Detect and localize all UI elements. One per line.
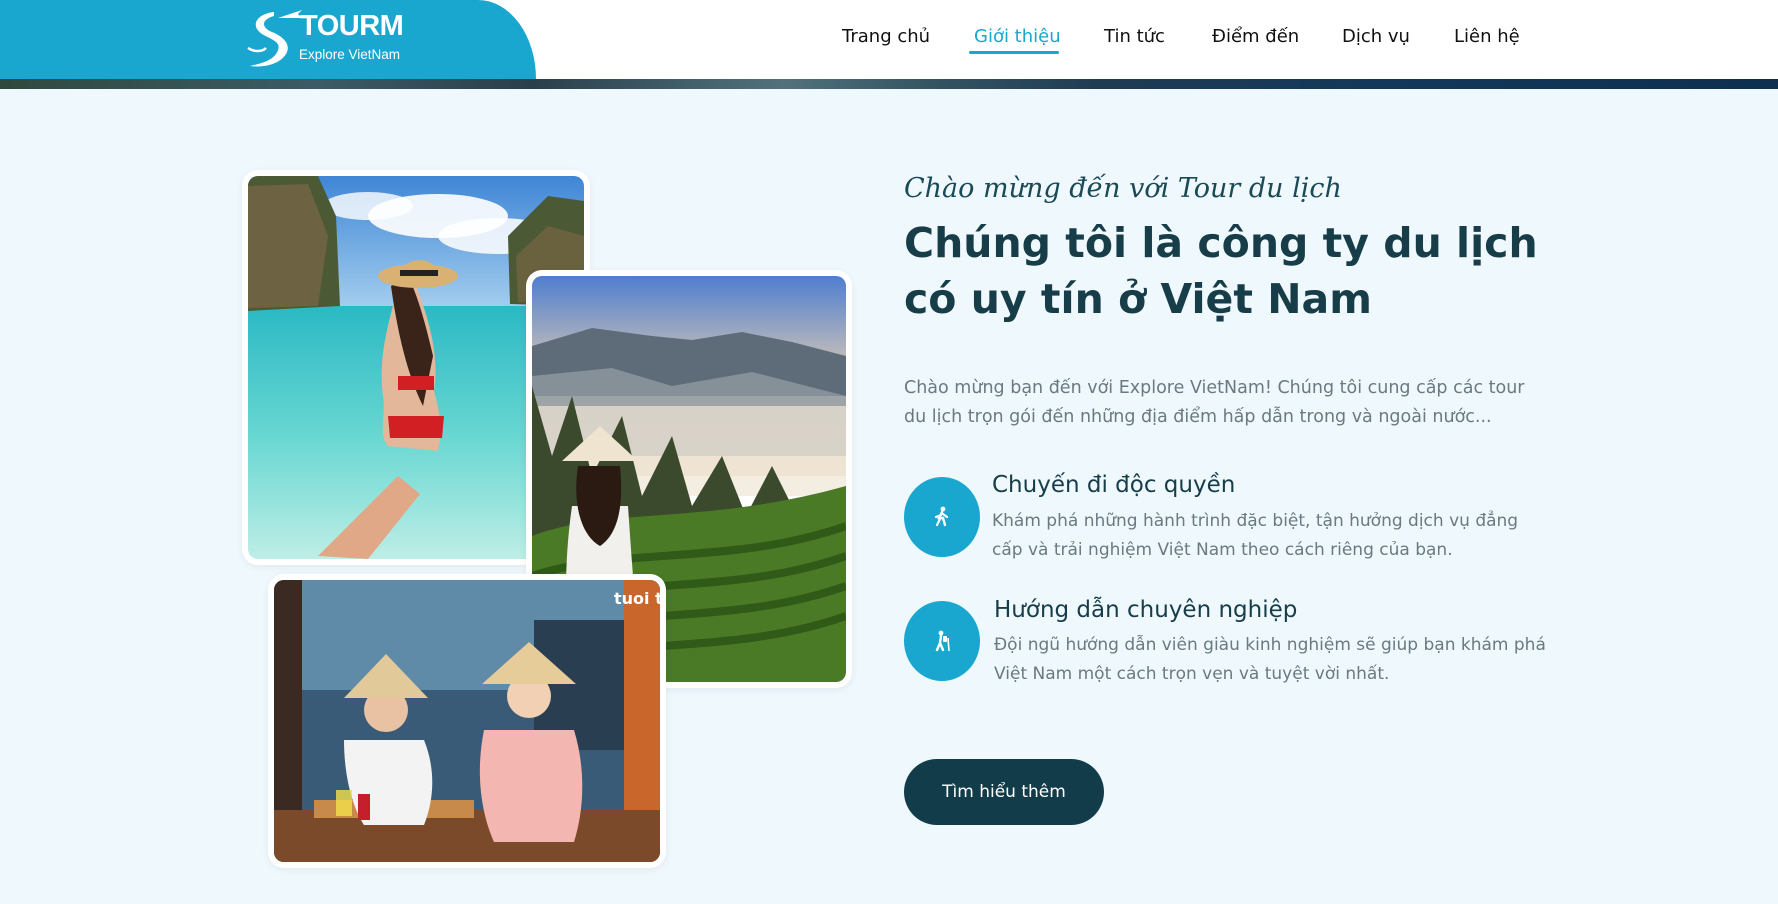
watermark-text: tuoi t: [614, 589, 660, 608]
nav-item-news[interactable]: Tin tức: [1104, 26, 1165, 47]
nav-item-contact[interactable]: Liên hệ: [1454, 26, 1520, 47]
intro-paragraph: Chào mừng bạn đến với Explore VietNam! C…: [904, 378, 1525, 427]
page-headline: Chúng tôi là công ty du lịch có uy tín ở…: [904, 219, 1538, 323]
logo-area[interactable]: TOURM Explore VietNam: [0, 0, 536, 79]
nav-item-about[interactable]: Giới thiệu: [974, 26, 1061, 47]
learn-more-button[interactable]: Tìm hiểu thêm: [904, 759, 1104, 825]
feature-desc-pro-guides: Đội ngũ hướng dẫn viên giàu kinh nghiệm …: [994, 635, 1546, 684]
plane-logo-icon: [247, 10, 302, 67]
hero-image-strip: [0, 79, 1778, 89]
feature-title-exclusive-trips: Chuyến đi độc quyền: [992, 472, 1236, 498]
nav-item-destinations[interactable]: Điểm đến: [1212, 26, 1299, 47]
nav-item-services[interactable]: Dịch vụ: [1342, 26, 1410, 47]
active-nav-indicator: [969, 51, 1059, 54]
hiker-icon: [904, 601, 980, 681]
street-friends-photo: tuoi t: [268, 574, 666, 868]
brand-subtitle: Explore VietNam: [299, 47, 401, 62]
nav-item-home[interactable]: Trang chủ: [842, 26, 930, 47]
welcome-tagline: Chào mừng đến với Tour du lịch: [904, 173, 1342, 204]
feature-desc-exclusive-trips: Khám phá những hành trình đặc biệt, tận …: [992, 511, 1519, 560]
site-header: TOURM Explore VietNam Trang chủ Giới thi…: [0, 0, 1778, 79]
brand-name: TOURM: [300, 10, 404, 42]
walking-person-icon: [904, 477, 980, 557]
feature-title-pro-guides: Hướng dẫn chuyên nghiệp: [994, 597, 1298, 623]
